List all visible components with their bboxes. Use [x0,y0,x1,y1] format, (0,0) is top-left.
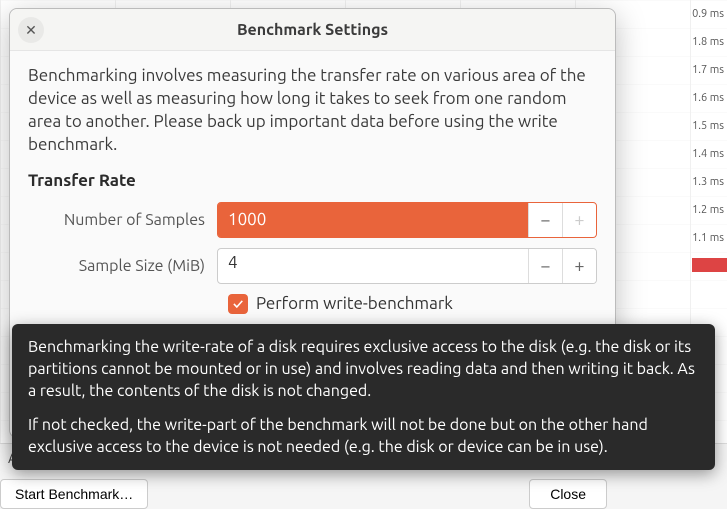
sample-size-spinbox[interactable]: 4 − + [217,248,597,284]
plus-icon: + [574,210,584,230]
minus-icon: − [540,210,550,230]
sample-size-input[interactable]: 4 [218,249,528,283]
dialog-header: ✕ Benchmark Settings [10,9,615,51]
tooltip-paragraph: Benchmarking the write-rate of a disk re… [28,336,699,402]
y-axis-tick: 1.4 ms [692,148,724,160]
y-axis-tick: 1.5 ms [692,120,724,132]
sample-size-label: Sample Size (MiB) [28,257,217,275]
samples-decrement-button[interactable]: − [528,203,562,237]
form-row-sample-size: Sample Size (MiB) 4 − + [28,248,597,284]
y-axis-tick: 1.2 ms [692,204,724,216]
form-row-samples: Number of Samples 1000 − + [28,202,597,238]
dialog-body: Benchmarking involves measuring the tran… [10,51,615,324]
plus-icon: + [574,256,584,276]
y-axis-tick: 1.6 ms [692,92,724,104]
y-axis-tick: 1.8 ms [692,36,724,48]
start-benchmark-button[interactable]: Start Benchmark… [0,479,148,509]
samples-increment-button[interactable]: + [562,203,596,237]
y-axis-tick: 1.3 ms [692,176,724,188]
close-button[interactable]: Close [529,479,607,509]
y-axis-tick: 1.7 ms [692,64,724,76]
write-benchmark-tooltip: Benchmarking the write-rate of a disk re… [12,324,715,470]
write-benchmark-label: Perform write-benchmark [256,294,453,313]
samples-input[interactable]: 1000 [218,203,528,237]
check-icon: ✓ [233,296,243,312]
minus-icon: − [540,256,550,276]
y-axis-tick: 1.1 ms [692,232,724,244]
close-icon: ✕ [25,22,37,39]
section-header-transfer-rate: Transfer Rate [28,171,597,190]
y-axis-tick: 0.9 ms [692,8,724,20]
sample-size-decrement-button[interactable]: − [528,249,562,283]
dialog-description: Benchmarking involves measuring the tran… [28,65,597,157]
samples-spinbox[interactable]: 1000 − + [217,202,597,238]
write-benchmark-row: ✓ Perform write-benchmark [228,294,597,314]
sample-size-increment-button[interactable]: + [562,249,596,283]
chart-data-bar [692,258,727,272]
samples-label: Number of Samples [28,211,217,229]
write-benchmark-checkbox[interactable]: ✓ [228,294,248,314]
dialog-close-button[interactable]: ✕ [18,17,44,43]
dialog-title: Benchmark Settings [237,21,388,39]
tooltip-paragraph: If not checked, the write-part of the be… [28,414,699,458]
